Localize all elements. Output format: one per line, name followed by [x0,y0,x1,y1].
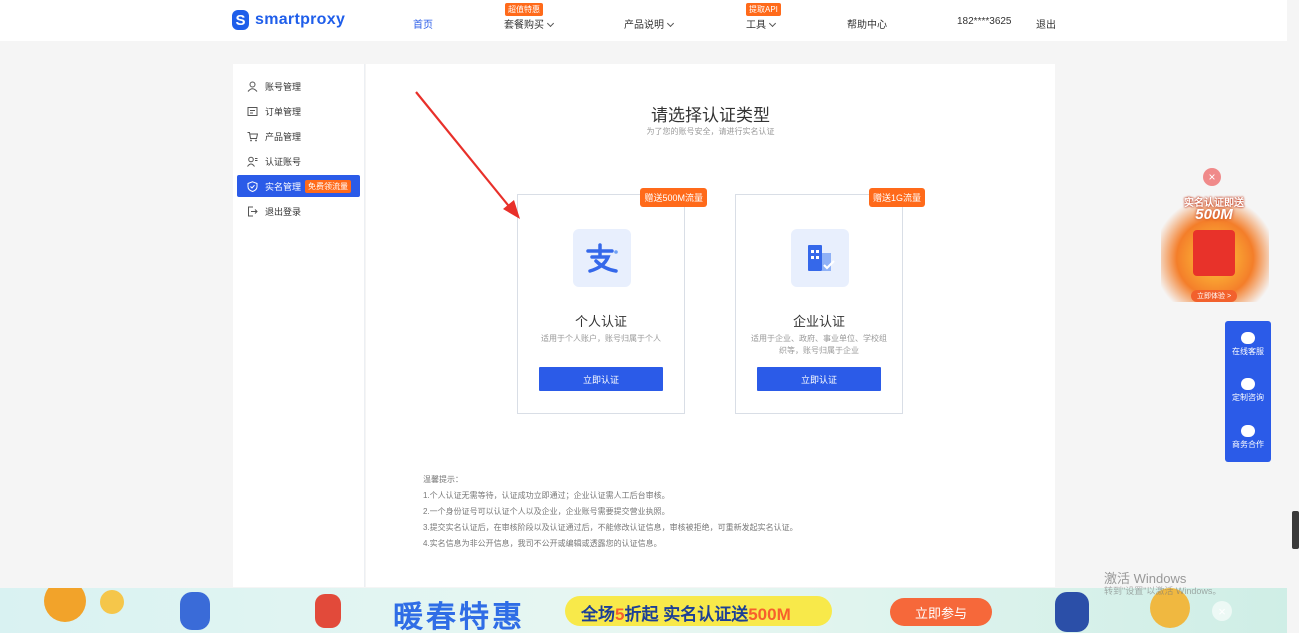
building-icon [791,229,849,287]
logo-mark-icon: S [232,10,249,30]
free-traffic-tag: 免费领流量 [305,179,352,193]
service-float: 在线客服 定制咨询 商务合作 [1225,321,1271,462]
nav-products-label: 产品说明 [624,20,664,31]
promo-try-button[interactable]: 立即体验 > [1191,290,1238,302]
service-label: 定制咨询 [1232,393,1264,402]
person-decoration [180,592,210,630]
top-navbar: S smartproxy 首页 超值特惠 套餐购买 产品说明 提取API 工具 … [0,0,1287,41]
nav-packages-label: 套餐购买 [504,20,544,31]
card-description: 适用于企业、政府、事业单位、学校组织等，账号归属于企业 [751,334,887,355]
close-icon[interactable]: × [1212,601,1232,621]
tree-decoration [44,588,86,622]
user-list-icon [247,156,258,167]
custom-consult-button[interactable]: 定制咨询 [1225,378,1271,403]
join-now-button[interactable]: 立即参与 [890,598,992,626]
red-arrow-annotation [415,91,520,219]
tip-line: 1.个人认证无需等待，认证成功立即通过；企业认证需人工后台审核。 [423,491,670,500]
card-title: 个人认证 [574,314,627,329]
card-badge: 赠送500M流量 [640,188,707,207]
cart-icon [247,131,258,142]
sidebar-item-account[interactable]: 账号管理 [237,75,360,97]
close-icon[interactable]: × [1203,168,1221,186]
sidebar-item-products[interactable]: 产品管理 [237,125,360,147]
nav-tools[interactable]: 工具 [746,16,777,31]
banner-slogan: 全场5折起 实名认证送500M [581,600,791,625]
tips-section: 温馨提示： 1.个人认证无需等待，认证成功立即通过；企业认证需人工后台审核。 2… [423,472,798,552]
tip-line: 3.提交实名认证后，在审核阶段以及认证通过后，不能修改认证信息，审核被拒绝，可重… [423,523,798,532]
logout-icon [247,206,258,217]
windows-activation-hint: 转到"设置"以激活 Windows。 [1104,586,1222,596]
user-phone[interactable]: 182****3625 [957,16,1012,27]
sidebar-item-logout[interactable]: 退出登录 [237,200,360,222]
promo-amount: 500M [1195,206,1233,223]
logo-text: smartproxy [255,11,346,28]
nav-packages-badge: 超值特惠 [505,3,543,16]
tree-decoration [100,590,124,614]
sidebar-item-label: 产品管理 [265,131,302,142]
nav-help[interactable]: 帮助中心 [847,16,887,31]
handshake-icon [1241,425,1255,437]
card-badge: 赠送1G流量 [868,188,925,207]
chevron-down-icon [768,19,777,28]
enterprise-auth-card[interactable]: 赠送1G流量 企业认证 适用于企业、政府、事业单位、学校组织等，账号归属于企业 … [735,188,925,414]
nav-products[interactable]: 产品说明 [624,16,675,31]
card-description: 适用于个人账户，账号归属于个人 [541,334,661,343]
bottom-promo-banner[interactable]: 暖春特惠 全场5折起 实名认证送500M 立即参与 × [0,588,1287,633]
nav-home[interactable]: 首页 [413,16,433,31]
personal-auth-card[interactable]: 赠送500M流量 个人认证 适用于个人账户，账号归属于个人 立即认证 [517,188,707,414]
logo[interactable]: S smartproxy [232,10,345,30]
user-icon [247,81,258,92]
slogan-amount: 500M [748,605,791,624]
tip-line: 4.实名信息为非公开信息，我司不公开或编辑或透露您的认证信息。 [423,539,662,548]
online-service-button[interactable]: 在线客服 [1225,332,1271,357]
business-coop-button[interactable]: 商务合作 [1225,425,1271,450]
red-envelope-icon [1193,230,1235,276]
promo-float[interactable]: × 实名认证即送 500M 立即体验 > [1155,166,1273,306]
headset-icon [1241,332,1255,344]
tips-heading: 温馨提示： [423,475,463,484]
sidebar-item-orders[interactable]: 订单管理 [237,100,360,122]
sidebar-item-label: 实名管理 [265,181,302,192]
personal-auth-button[interactable]: 立即认证 [539,367,663,391]
order-icon [247,106,258,117]
tip-line: 2.一个身份证号可以认证个人以及企业，企业账号需要提交营业执照。 [423,507,670,516]
alipay-icon [573,229,631,287]
nav-tools-badge: 提取API [746,3,781,16]
person-decoration [315,594,341,628]
service-label: 商务合作 [1232,440,1264,449]
enterprise-auth-button[interactable]: 立即认证 [757,367,881,391]
nav-tools-label: 工具 [746,20,766,31]
nav-packages[interactable]: 套餐购买 [504,16,555,31]
logout-link[interactable]: 退出 [1036,16,1056,31]
scrollbar[interactable] [1292,511,1299,549]
shield-icon [247,180,258,192]
service-label: 在线客服 [1232,347,1264,356]
slogan-prefix: 全场 [581,605,615,624]
sidebar-item-auth-accounts[interactable]: 认证账号 [237,150,360,172]
card-title: 企业认证 [792,314,845,329]
sidebar-item-realname[interactable]: 实名管理 免费领流量 [237,175,360,197]
chat-icon [1241,378,1255,390]
banner-title: 暖春特惠 [393,600,525,633]
person-decoration [1055,592,1089,632]
sidebar-item-label: 账号管理 [265,81,302,92]
chevron-down-icon [546,19,555,28]
sidebar: 账号管理 订单管理 产品管理 认证账号 实名管理 免费领流量 退出登录 [233,64,365,587]
sidebar-item-label: 退出登录 [265,206,302,217]
sidebar-item-label: 订单管理 [265,106,302,117]
chevron-down-icon [666,19,675,28]
slogan-mid: 折起 实名认证送 [624,605,749,624]
sidebar-item-label: 认证账号 [265,156,302,167]
